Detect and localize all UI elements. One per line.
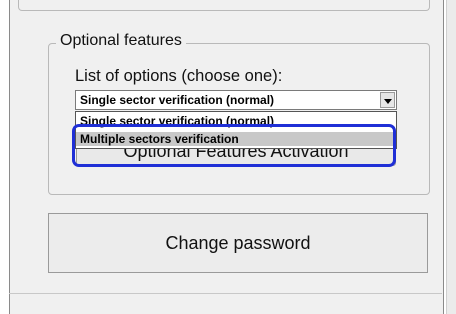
chevron-down-icon[interactable] [380, 92, 395, 108]
options-select[interactable]: Single sector verification (normal) [75, 90, 397, 110]
top-group-box [18, 0, 430, 11]
options-dropdown-list: Single sector verification (normal) Mult… [75, 111, 397, 149]
selected-option-value: Single sector verification (normal) [80, 93, 275, 107]
adjacent-panel-edge [446, 0, 456, 314]
optional-features-legend: Optional features [56, 32, 186, 50]
change-password-button[interactable]: Change password [48, 213, 428, 273]
option-single-sector[interactable]: Single sector verification (normal) [80, 114, 274, 128]
change-password-label: Change password [165, 233, 311, 253]
option-multiple-sectors[interactable]: Multiple sectors verification [76, 132, 395, 146]
options-list-label: List of options (choose one): [75, 67, 283, 85]
panel-divider [9, 293, 442, 294]
